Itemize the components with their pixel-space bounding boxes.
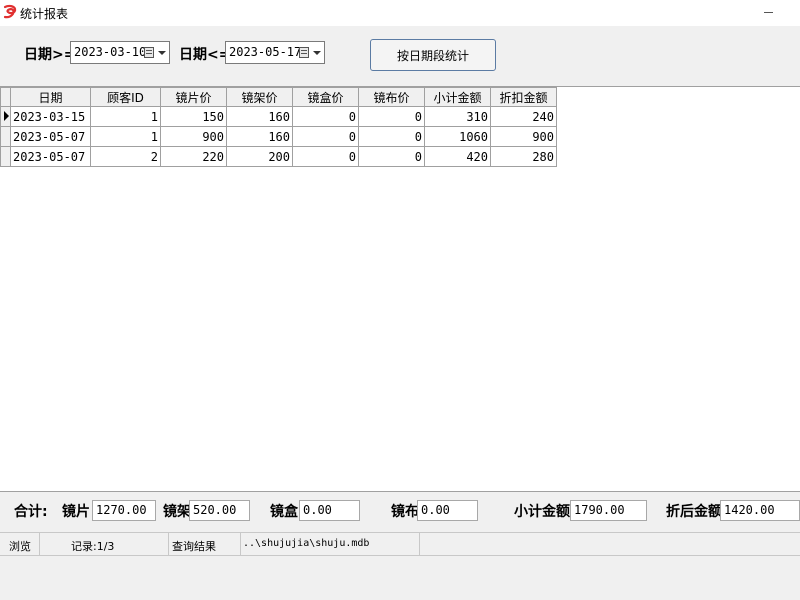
cell-customer-id[interactable]: 2 (90, 146, 161, 167)
cell-lens-price[interactable]: 900 (160, 126, 227, 147)
column-header-cloth-price[interactable]: 镜布价 (358, 87, 425, 107)
minimize-icon[interactable] (764, 12, 773, 13)
app-logo-icon (3, 4, 17, 19)
case-total-field[interactable]: 0.00 (299, 500, 360, 521)
calendar-icon (144, 47, 154, 58)
column-header-case-price[interactable]: 镜盒价 (292, 87, 359, 107)
row-header[interactable] (0, 106, 11, 127)
cell-date[interactable]: 2023-03-15 (10, 106, 91, 127)
discount-total-field[interactable]: 1420.00 (720, 500, 800, 521)
cell-cloth-price[interactable]: 0 (358, 126, 425, 147)
discount-total-label: 折后金额 (666, 504, 722, 520)
date-from-value: 2023-03-10 (74, 45, 147, 59)
chevron-down-icon[interactable] (158, 51, 166, 55)
frame-total-label: 镜架 (163, 504, 191, 520)
chevron-down-icon[interactable] (313, 51, 321, 55)
cell-discount[interactable]: 240 (490, 106, 557, 127)
cell-frame-price[interactable]: 160 (226, 106, 293, 127)
cloth-total-field[interactable]: 0.00 (417, 500, 478, 521)
cell-customer-id[interactable]: 1 (90, 106, 161, 127)
cell-frame-price[interactable]: 200 (226, 146, 293, 167)
date-from-picker[interactable]: 2023-03-10 (70, 41, 170, 64)
status-bar: 浏览 记录:1/3 查询结果 ..\shujujia\shuju.mdb (0, 532, 800, 556)
status-record: 记录:1/3 (40, 533, 169, 555)
table-row[interactable]: 2023-05-07 2 220 200 0 0 420 280 (0, 146, 557, 167)
cell-customer-id[interactable]: 1 (90, 126, 161, 147)
cell-case-price[interactable]: 0 (292, 106, 359, 127)
status-db-path: ..\shujujia\shuju.mdb (241, 533, 420, 555)
cell-cloth-price[interactable]: 0 (358, 106, 425, 127)
results-table: 日期 顾客ID 镜片价 镜架价 镜盒价 镜布价 小计金额 折扣金额 2023-0… (0, 87, 557, 167)
cell-subtotal[interactable]: 420 (424, 146, 491, 167)
row-header[interactable] (0, 146, 11, 167)
row-header[interactable] (0, 126, 11, 147)
cell-lens-price[interactable]: 220 (160, 146, 227, 167)
cell-case-price[interactable]: 0 (292, 146, 359, 167)
table-row[interactable]: 2023-03-15 1 150 160 0 0 310 240 (0, 106, 557, 127)
status-result: 查询结果 (169, 533, 241, 555)
column-header-date[interactable]: 日期 (10, 87, 91, 107)
cell-discount[interactable]: 900 (490, 126, 557, 147)
column-header-subtotal[interactable]: 小计金额 (424, 87, 491, 107)
stat-by-date-button[interactable]: 按日期段统计 (370, 39, 496, 71)
grid-corner[interactable] (0, 87, 11, 107)
frame-total-field[interactable]: 520.00 (189, 500, 250, 521)
calendar-icon (299, 47, 309, 58)
date-from-label: 日期>= (24, 47, 76, 63)
cell-date[interactable]: 2023-05-07 (10, 146, 91, 167)
column-header-lens-price[interactable]: 镜片价 (160, 87, 227, 107)
totals-heading: 合计: (14, 504, 48, 520)
report-window: 统计报表 日期>= 2023-03-10 日期<= 2023-05-17 按日期… (0, 0, 800, 600)
cell-subtotal[interactable]: 310 (424, 106, 491, 127)
cell-discount[interactable]: 280 (490, 146, 557, 167)
filter-toolbar: 日期>= 2023-03-10 日期<= 2023-05-17 按日期段统计 (0, 26, 800, 86)
lens-total-label: 镜片 (62, 504, 90, 520)
title-bar: 统计报表 (0, 0, 800, 26)
window-title: 统计报表 (20, 7, 69, 21)
totals-bar: 合计: 镜片 1270.00 镜架 520.00 镜盒 0.00 镜布 0.00… (0, 493, 800, 529)
column-header-customer-id[interactable]: 顾客ID (90, 87, 161, 107)
cloth-total-label: 镜布 (391, 504, 419, 520)
results-grid[interactable]: 日期 顾客ID 镜片价 镜架价 镜盒价 镜布价 小计金额 折扣金额 2023-0… (0, 86, 800, 492)
cell-lens-price[interactable]: 150 (160, 106, 227, 127)
lens-total-field[interactable]: 1270.00 (92, 500, 156, 521)
subtotal-total-field[interactable]: 1790.00 (570, 500, 647, 521)
cell-date[interactable]: 2023-05-07 (10, 126, 91, 147)
cell-frame-price[interactable]: 160 (226, 126, 293, 147)
column-header-frame-price[interactable]: 镜架价 (226, 87, 293, 107)
column-header-discount[interactable]: 折扣金额 (490, 87, 557, 107)
header-row: 日期 顾客ID 镜片价 镜架价 镜盒价 镜布价 小计金额 折扣金额 (0, 87, 557, 107)
status-mode: 浏览 (0, 533, 40, 555)
case-total-label: 镜盒 (270, 504, 298, 520)
cell-case-price[interactable]: 0 (292, 126, 359, 147)
cell-cloth-price[interactable]: 0 (358, 146, 425, 167)
date-to-value: 2023-05-17 (229, 45, 302, 59)
current-row-pointer-icon (4, 110, 9, 121)
table-row[interactable]: 2023-05-07 1 900 160 0 0 1060 900 (0, 126, 557, 147)
date-to-picker[interactable]: 2023-05-17 (225, 41, 325, 64)
subtotal-total-label: 小计金额 (514, 504, 570, 520)
date-to-label: 日期<= (179, 47, 231, 63)
cell-subtotal[interactable]: 1060 (424, 126, 491, 147)
